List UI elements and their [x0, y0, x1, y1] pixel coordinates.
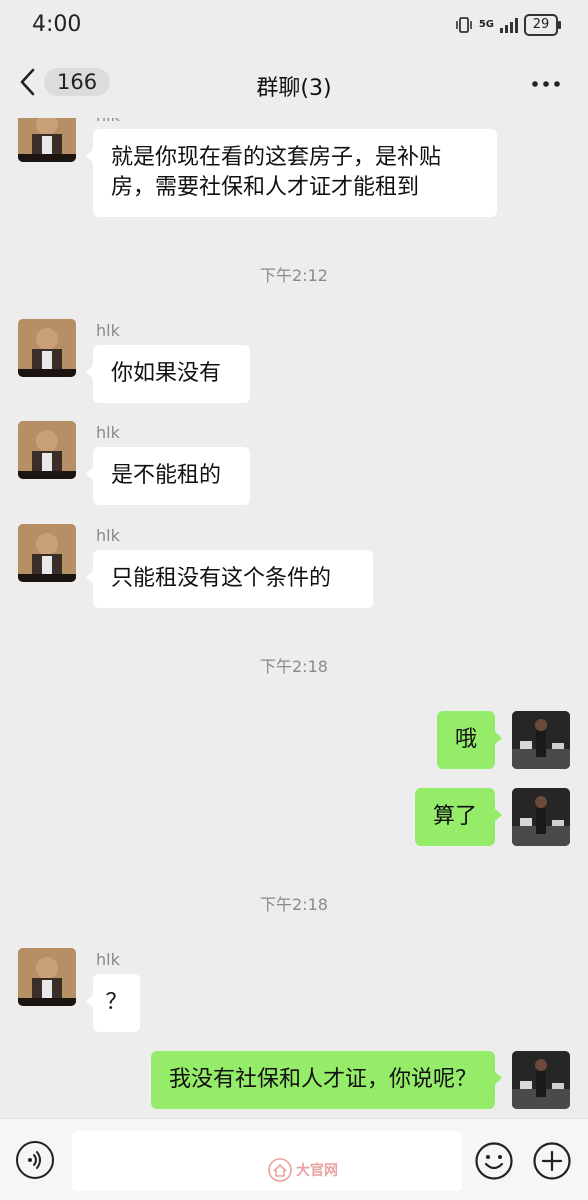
voice-icon	[28, 1151, 41, 1169]
status-icons: 5G 29	[455, 14, 561, 36]
plus-icon[interactable]	[532, 1141, 572, 1181]
timestamp: 下午2:18	[260, 657, 328, 676]
status-time: 4:00	[32, 12, 82, 37]
message-text: ？	[105, 990, 128, 1015]
message-bubble[interactable]: 哦	[436, 711, 503, 769]
avatar-hlk[interactable]	[18, 421, 76, 479]
message-text: 是不能租的	[111, 463, 222, 488]
chat-title: 群聊(3)	[256, 76, 332, 101]
sender-name: hlk	[96, 526, 120, 545]
avatar-self[interactable]	[512, 788, 570, 846]
avatar-hlk[interactable]	[18, 524, 76, 582]
nav-bar: 166 群聊(3)	[0, 50, 588, 118]
message-bubble[interactable]: 只能租没有这个条件的	[86, 550, 373, 608]
avatar-self[interactable]	[512, 1051, 570, 1109]
message-bubble[interactable]: 就是你现在看的这套房子，是补贴 房，需要社保和人才证才能租到	[86, 129, 497, 217]
vibrate-icon	[456, 17, 472, 33]
message-text: 哦	[454, 727, 477, 752]
timestamp: 下午2:18	[260, 895, 328, 914]
message-text: 算了	[432, 804, 477, 829]
battery-level: 29	[532, 17, 550, 32]
avatar-self[interactable]	[512, 711, 570, 769]
message-input[interactable]	[72, 1131, 462, 1191]
message-bubble[interactable]: 我没有社保和人才证，你说呢？	[150, 1051, 503, 1109]
message-text: 就是你现在看的这套房子，是补贴	[111, 145, 442, 170]
more-options-icon[interactable]	[530, 72, 562, 96]
message-text: 房，需要社保和人才证才能租到	[111, 175, 420, 200]
chat-screen: 4:00 5G 29 166 群聊(3) 就是你现在看的这套房子，是补贴 房，需…	[0, 0, 588, 1200]
watermark: 大官网	[268, 1158, 338, 1182]
message-text: 你如果没有	[111, 361, 222, 386]
voice-input-button[interactable]	[16, 1141, 54, 1179]
timestamp: 下午2:12	[260, 266, 328, 285]
avatar-hlk[interactable]	[18, 948, 76, 1006]
status-bar: 4:00 5G 29	[0, 0, 588, 50]
message-text: 只能租没有这个条件的	[111, 566, 332, 591]
message-bubble[interactable]: 算了	[414, 788, 503, 846]
watermark-text: 大官网	[296, 1163, 338, 1179]
emoji-icon[interactable]	[474, 1141, 514, 1181]
message-bubble[interactable]: ？	[86, 974, 140, 1032]
sender-name: hlk	[96, 423, 120, 442]
network-type-label: 5G	[478, 19, 494, 30]
message-bubble[interactable]: 是不能租的	[86, 447, 250, 505]
sender-name: hlk	[96, 950, 120, 969]
signal-icon	[500, 17, 518, 33]
message-bubble[interactable]: 你如果没有	[86, 345, 250, 403]
message-text: 我没有社保和人才证，你说呢？	[168, 1067, 477, 1092]
sender-name: hlk	[96, 321, 120, 340]
watermark-logo-icon	[268, 1158, 292, 1182]
avatar-hlk[interactable]	[18, 319, 76, 377]
battery-icon: 29	[524, 14, 561, 36]
